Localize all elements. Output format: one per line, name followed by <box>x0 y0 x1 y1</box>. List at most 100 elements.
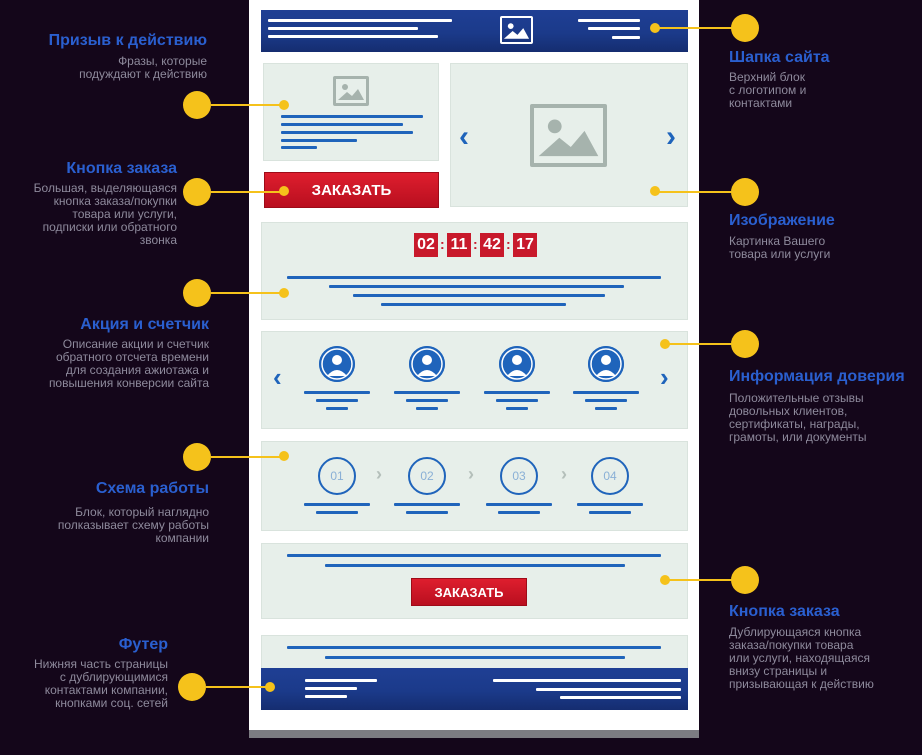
order-button-callout-dot <box>183 178 211 206</box>
order-button-callout-title: Кнопка заказа <box>66 160 177 177</box>
slider-prev-chevron-icon[interactable]: ‹ <box>459 122 469 152</box>
header-pin <box>650 23 660 33</box>
footer-callout-dot <box>178 673 206 701</box>
footer-contact-line <box>560 696 681 699</box>
trust-text-line <box>496 399 538 402</box>
scheme-step: 03 <box>500 457 538 495</box>
trust-text-line <box>506 407 528 410</box>
scheme-text-line <box>589 511 631 514</box>
header-text-line <box>268 27 418 30</box>
landing-structure-diagram: ‹ › ЗАКАЗАТЬ 02 : 11 : 42 : 17 ‹ › 01 › … <box>0 0 922 755</box>
scheme-text-line <box>577 503 643 506</box>
countdown-separator: : <box>440 236 445 252</box>
cta-callout-title: Призыв к действию <box>48 32 207 49</box>
header-callout-title: Шапка сайта <box>729 49 830 66</box>
scheme-step: 04 <box>591 457 629 495</box>
countdown-digit: 42 <box>480 233 504 257</box>
image-callout-desc: Картинка Вашего товара или услуги <box>729 234 831 261</box>
scheme-text-line <box>406 511 448 514</box>
trust-text-line <box>326 407 348 410</box>
cta-text-line <box>281 123 403 126</box>
countdown-digit: 02 <box>414 233 438 257</box>
image-pin <box>650 186 660 196</box>
promo-callout-title: Акция и счетчик <box>80 316 209 333</box>
header-contact-line <box>588 27 640 30</box>
cta-image-icon <box>333 76 369 106</box>
scheme-callout-dot <box>183 443 211 471</box>
promo-callout-dot <box>183 279 211 307</box>
bottom-order-connector <box>666 579 732 581</box>
footer-text-line <box>305 695 347 698</box>
header-connector <box>656 27 732 29</box>
promo-text-line <box>353 294 605 297</box>
bottom-order-pin <box>660 575 670 585</box>
image-callout-title: Изображение <box>729 212 835 229</box>
cta-text-line <box>281 131 413 134</box>
step-arrow-icon: › <box>468 464 474 484</box>
footer-connector <box>206 686 269 688</box>
step-arrow-icon: › <box>561 464 567 484</box>
scheme-step: 02 <box>408 457 446 495</box>
order-button-pin <box>279 186 289 196</box>
countdown-separator: : <box>473 236 478 252</box>
step-arrow-icon: › <box>376 464 382 484</box>
scheme-text-line <box>486 503 552 506</box>
header-contact-line <box>612 36 640 39</box>
footer-callout-desc: Нижняя часть страницы с дублирующимися к… <box>33 657 168 710</box>
footer-text-line <box>305 687 357 690</box>
promo-callout-desc: Описание акции и счетчик обратного отсче… <box>48 337 209 390</box>
footer-pin <box>265 682 275 692</box>
cta-connector <box>211 104 282 106</box>
trust-connector <box>666 343 732 345</box>
order-button-callout-desc: Большая, выделяющаяся кнопка заказа/поку… <box>33 181 177 247</box>
promo-text-line <box>381 303 566 306</box>
header-block <box>261 10 688 52</box>
pre-footer-text-line <box>287 646 661 649</box>
countdown-digit: 17 <box>513 233 537 257</box>
promo-pin <box>279 288 289 298</box>
header-text-line <box>268 35 438 38</box>
bottom-order-callout-dot <box>731 566 759 594</box>
slider-next-chevron-icon[interactable]: › <box>666 122 676 152</box>
footer-contact-line <box>536 688 681 691</box>
trust-next-chevron-icon[interactable]: › <box>660 364 669 390</box>
countdown-digit: 11 <box>447 233 471 257</box>
scheme-connector <box>211 456 282 458</box>
scheme-callout-title: Схема работы <box>95 480 209 497</box>
scheme-text-line <box>394 503 460 506</box>
trust-prev-chevron-icon[interactable]: ‹ <box>273 364 282 390</box>
scheme-pin <box>279 451 289 461</box>
scheme-text-line <box>498 511 540 514</box>
header-callout-dot <box>731 14 759 42</box>
header-callout-desc: Верхний блок с логотипом и контактами <box>729 70 807 110</box>
trust-block <box>261 331 688 429</box>
bottom-order-callout-desc: Дублирующаяся кнопка заказа/покупки това… <box>729 625 874 691</box>
footer-contact-line <box>493 679 681 682</box>
product-image-icon <box>530 104 607 167</box>
order-button-connector <box>211 191 282 193</box>
trust-text-line <box>573 391 639 394</box>
cta-callout-dot <box>183 91 211 119</box>
trust-callout-dot <box>731 330 759 358</box>
trust-text-line <box>316 399 358 402</box>
image-connector <box>656 191 732 193</box>
trust-text-line <box>585 399 627 402</box>
promo-text-line <box>287 276 661 279</box>
trust-text-line <box>416 407 438 410</box>
bottom-order-button[interactable]: ЗАКАЗАТЬ <box>411 578 527 606</box>
trust-text-line <box>406 399 448 402</box>
trust-text-line <box>595 407 617 410</box>
header-text-line <box>268 19 452 22</box>
order-button[interactable]: ЗАКАЗАТЬ <box>264 172 439 208</box>
client-avatar-icon <box>319 346 355 382</box>
scheme-text-line <box>316 511 358 514</box>
footer-text-line <box>305 679 377 682</box>
scheme-callout-desc: Блок, который наглядно полказывает схему… <box>57 505 209 545</box>
pre-footer-block <box>261 635 688 669</box>
bottom-order-callout-title: Кнопка заказа <box>729 603 840 620</box>
trust-callout-desc: Положительные отзывы довольных клиентов,… <box>729 391 867 444</box>
trust-callout-title: Информация доверия <box>729 368 905 385</box>
image-callout-dot <box>731 178 759 206</box>
cta-text-line <box>281 146 317 149</box>
promo-connector <box>211 292 282 294</box>
